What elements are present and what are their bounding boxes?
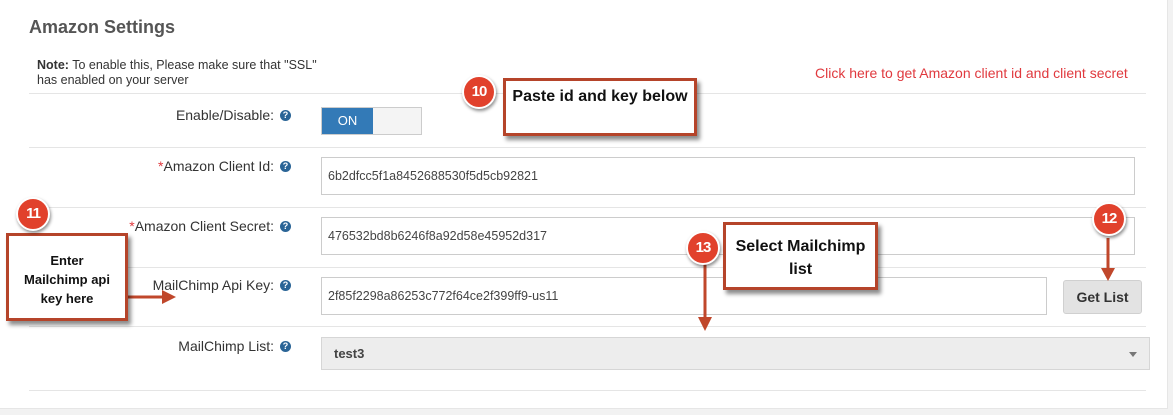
- callout-paste-id: Paste id and key below: [503, 78, 697, 136]
- step-badge-10: 10: [462, 75, 496, 109]
- step-badge-13: 13: [686, 231, 720, 265]
- step-badge-11: 11: [16, 197, 50, 231]
- callout-select-list: Select Mailchimp list: [723, 222, 878, 290]
- arrowhead: [1101, 268, 1115, 281]
- annotation-arrows: [128, 238, 1115, 331]
- callout-api-key: Enter Mailchimp api key here: [6, 233, 128, 321]
- arrowhead: [698, 317, 712, 331]
- step-badge-12: 12: [1092, 202, 1126, 236]
- arrowhead: [162, 290, 176, 304]
